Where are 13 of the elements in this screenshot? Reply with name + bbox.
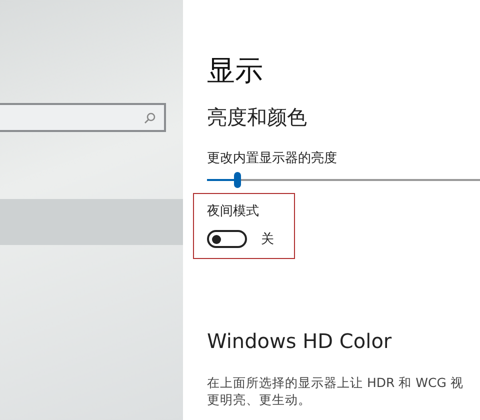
toggle-state: 关 (261, 231, 274, 248)
search-icon (144, 112, 156, 124)
page-title: 显示 (207, 53, 264, 89)
search-field[interactable] (0, 103, 166, 132)
slider-thumb[interactable] (234, 172, 241, 188)
brightness-slider[interactable] (207, 172, 480, 188)
slider-label: 更改内置显示器的亮度 (207, 150, 338, 167)
description-text: 更明亮、更生动。 (207, 392, 312, 409)
section-heading: 亮度和颜色 (207, 104, 308, 131)
section-heading: Windows HD Color (207, 329, 393, 353)
toggle-label: 夜间模式 (207, 203, 260, 220)
description-text: 在上面所选择的显示器上让 HDR 和 WCG 视 (207, 375, 464, 392)
toggle-switch[interactable] (207, 230, 247, 248)
